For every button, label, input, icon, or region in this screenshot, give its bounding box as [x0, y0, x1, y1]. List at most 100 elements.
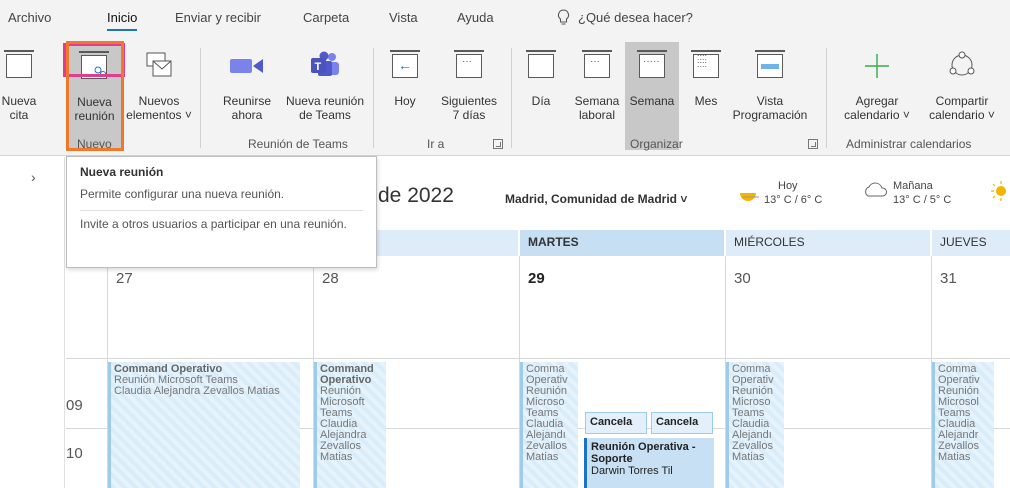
- time-label: 09: [66, 397, 83, 414]
- new-meeting-tooltip: Nueva reunión Permite configurar una nue…: [66, 156, 377, 268]
- event-command-operativo[interactable]: Comma Operativ Reunión Microsol Teams Cl…: [932, 362, 994, 488]
- group-label-organizar: Organizar: [630, 137, 683, 151]
- calendar-workweek-icon: ···: [582, 50, 612, 80]
- dialog-launcher-icon[interactable]: [493, 139, 503, 149]
- month-view-button[interactable]: :::::::: Mes: [683, 42, 729, 142]
- schedule-view-button[interactable]: Vista Programación: [728, 42, 812, 142]
- event-command-operativo[interactable]: Comma Operativ Reunión Microso Teams Cla…: [520, 362, 578, 488]
- tooltip-title: Nueva reunión: [80, 165, 164, 179]
- folder-pane: [0, 157, 65, 488]
- time-label: 10: [66, 445, 83, 462]
- svg-text:T: T: [315, 61, 322, 73]
- calendar-week-icon: ···: [454, 50, 484, 80]
- new-teams-meeting-button[interactable]: T Nueva reunión de Teams: [283, 42, 367, 142]
- teams-icon: T: [311, 51, 339, 76]
- group-label-administrar: Administrar calendarios: [846, 137, 972, 151]
- tab-ayuda[interactable]: Ayuda: [457, 10, 494, 25]
- event-body: Comma Operativ Reunión Microso Teams Cla…: [732, 363, 774, 463]
- work-week-label-2: laboral: [578, 108, 615, 122]
- week-view-label: Semana: [629, 94, 675, 108]
- weather-tomorrow-label: Mañana: [893, 180, 933, 192]
- event-reunion-operativa-soporte[interactable]: Reunión Operativa - Soporte Darwin Torre…: [584, 438, 714, 488]
- new-items-label-2: elementos ˅: [126, 108, 192, 122]
- next-7-days-label-1: Siguientes: [440, 94, 498, 108]
- day-header-thursday[interactable]: JUEVES: [932, 230, 1010, 256]
- tooltip-hint: Invite a otros usuarios a participar en …: [80, 217, 347, 231]
- day-header-label: MIÉRCOLES: [734, 235, 805, 249]
- lightbulb-icon: [558, 9, 569, 25]
- day-number[interactable]: 28: [322, 270, 339, 287]
- week-view-button[interactable]: ····· Semana: [625, 42, 679, 150]
- new-meeting-label-1: Nueva: [77, 95, 112, 109]
- new-appointment-label-1: Nueva: [1, 94, 37, 108]
- share-calendar-label-1: Compartir: [935, 94, 989, 108]
- new-teams-meeting-label-1: Nueva reunión: [285, 94, 365, 108]
- event-command-operativo[interactable]: Command Operativo Reunión Microsoft Team…: [314, 362, 386, 488]
- new-items-icon: [146, 52, 172, 77]
- event-cancelled[interactable]: Cancela: [585, 412, 647, 434]
- event-command-operativo[interactable]: Command Operativo Reunión Microsoft Team…: [108, 362, 300, 488]
- add-calendar-label-2: calendario ˅: [844, 108, 910, 122]
- day-number-today[interactable]: 29: [528, 270, 545, 287]
- day-header-wednesday[interactable]: MIÉRCOLES: [726, 230, 930, 256]
- new-meeting-button[interactable]: Nueva reunión: [67, 43, 122, 151]
- share-calendar-label-2: calendario ˅: [929, 108, 995, 122]
- calendar-icon: [4, 50, 34, 80]
- event-title: Command Operativo: [320, 363, 374, 386]
- tab-vista[interactable]: Vista: [389, 10, 418, 25]
- event-attendee: Darwin Torres Til: [591, 465, 673, 477]
- day-view-button[interactable]: Día: [521, 42, 561, 142]
- date-range-title: de 2022: [378, 184, 454, 207]
- expand-chevron-icon[interactable]: ›: [31, 169, 36, 185]
- meet-now-button[interactable]: Reunirse ahora: [213, 42, 281, 142]
- tell-me-search[interactable]: ¿Qué desea hacer?: [578, 10, 693, 25]
- day-number[interactable]: 30: [734, 270, 751, 287]
- new-meeting-label-2: reunión: [74, 109, 115, 123]
- calendar-month-icon: ::::::::: [691, 50, 721, 80]
- tab-inicio[interactable]: Inicio: [107, 10, 138, 31]
- event-attendee: Claudia Alejandra Zevallos Matias: [114, 385, 280, 397]
- tab-archivo[interactable]: Archivo: [8, 10, 51, 25]
- event-command-operativo[interactable]: Comma Operativ Reunión Microso Teams Cla…: [726, 362, 784, 488]
- calendar-back-icon: ←: [390, 50, 420, 80]
- group-separator: [826, 48, 827, 148]
- tooltip-divider: [80, 210, 363, 211]
- day-header-label: JUEVES: [940, 235, 987, 249]
- day-header-label: MARTES: [528, 235, 579, 249]
- dialog-launcher-icon[interactable]: [808, 139, 818, 149]
- new-items-button[interactable]: Nuevos elementos ˅: [124, 42, 194, 142]
- location-dropdown[interactable]: Madrid, Comunidad de Madrid ˅: [505, 192, 687, 206]
- group-label-ir-a: Ir a: [427, 137, 445, 151]
- today-button[interactable]: ← Hoy: [385, 42, 425, 142]
- group-separator: [200, 48, 201, 148]
- new-teams-meeting-label-2: de Teams: [299, 108, 351, 122]
- weather-today-label: Hoy: [778, 180, 798, 192]
- day-number[interactable]: 31: [940, 270, 957, 287]
- work-week-button[interactable]: ··· Semana laboral: [569, 42, 625, 142]
- share-calendar-button[interactable]: Compartir calendario ˅: [920, 42, 1004, 142]
- ribbon-tabs: Archivo Inicio Enviar y recibir Carpeta …: [0, 0, 1010, 40]
- day-number[interactable]: 27: [116, 270, 133, 287]
- tab-enviar-recibir[interactable]: Enviar y recibir: [175, 10, 261, 25]
- allday-divider: [66, 358, 1010, 359]
- event-body: Comma Operativ Reunión Microsol Teams Cl…: [938, 363, 980, 463]
- tab-carpeta[interactable]: Carpeta: [303, 10, 349, 25]
- day-header-tuesday[interactable]: MARTES: [520, 230, 724, 256]
- tooltip-description: Permite configurar una nueva reunión.: [80, 187, 285, 201]
- work-week-label-1: Semana: [574, 94, 620, 108]
- sun-cloud-icon: [740, 193, 759, 201]
- next-7-days-button[interactable]: ··· Siguientes 7 días: [437, 42, 501, 142]
- new-appointment-button[interactable]: Nueva cita: [0, 42, 38, 142]
- today-label: Hoy: [394, 94, 416, 108]
- meet-now-label-1: Reunirse: [222, 94, 272, 108]
- group-label-teams: Reunión de Teams: [248, 137, 348, 151]
- day-view-label: Día: [531, 94, 551, 108]
- event-cancelled[interactable]: Cancela: [651, 412, 713, 434]
- group-separator: [373, 48, 374, 148]
- add-calendar-button[interactable]: Agregar calendario ˅: [835, 42, 919, 142]
- calendar-day-icon: [526, 50, 556, 80]
- cloud-icon: [865, 182, 887, 197]
- weather-tomorrow-temp: 13° C / 5° C: [893, 194, 952, 206]
- new-appointment-label-2: cita: [9, 108, 29, 122]
- video-camera-icon: [230, 59, 263, 73]
